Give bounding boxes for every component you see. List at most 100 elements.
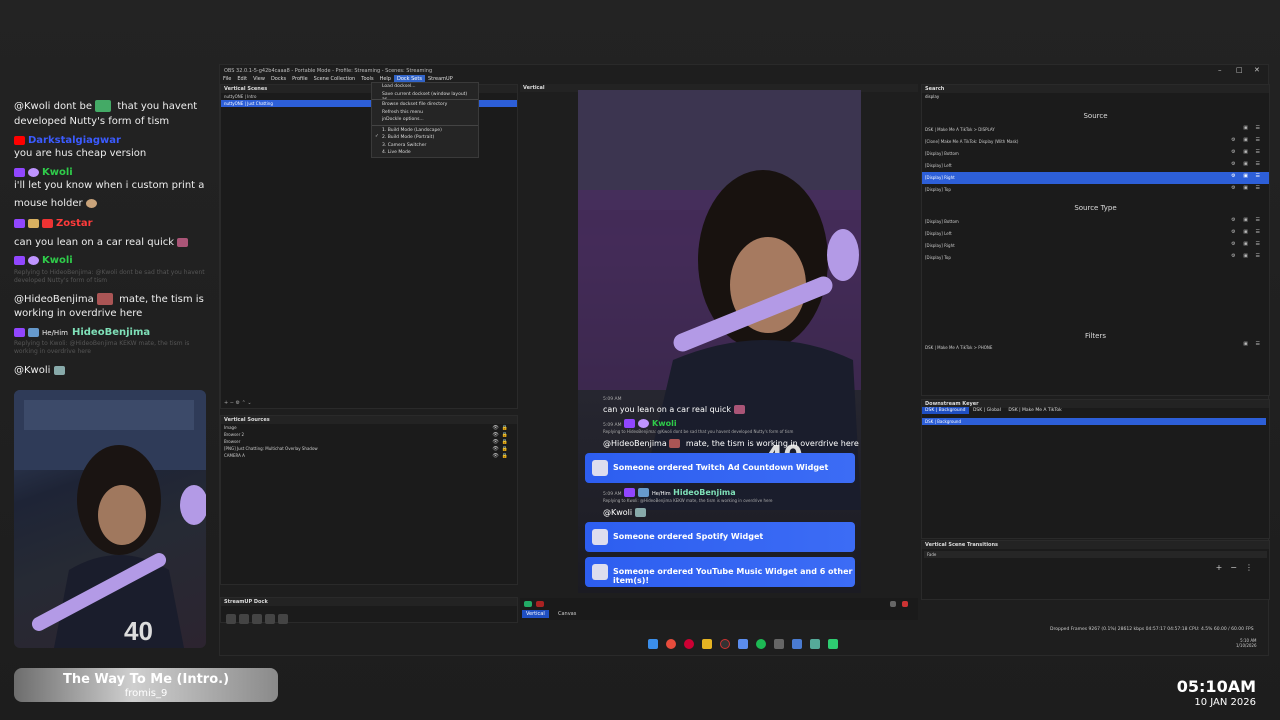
result-item[interactable]: [Display] Bottom ⚙ ▣ ☰ [922, 148, 1269, 160]
visibility-lock-icons[interactable]: 👁🔒 [492, 453, 511, 459]
order-text: Someone ordered Spotify Widget [613, 532, 764, 541]
preview-chat-header: 5:09 AM Kwoli [603, 419, 677, 428]
dsk-item[interactable]: DSK | Background [922, 418, 1266, 425]
source-item[interactable]: CAMERA A 👁🔒 [221, 452, 517, 459]
transitions-dock: Vertical Scene Transitions Fade +−⋮ [921, 540, 1270, 600]
downstream-keyer-dock: Downstream Keyer DSK | Background DSK | … [921, 399, 1270, 539]
tab-vertical[interactable]: Vertical [522, 610, 549, 618]
widget-icon [592, 460, 608, 476]
app-icon[interactable] [828, 639, 838, 649]
result-item[interactable]: [Display] Right ⚙ ▣ ☰ [922, 240, 1269, 252]
item-actions[interactable]: ▣ ☰ [1243, 125, 1263, 131]
source-item[interactable]: Image 👁🔒 [221, 424, 517, 431]
transition-controls[interactable]: +−⋮ [1216, 563, 1261, 572]
item-actions[interactable]: ⚙ ▣ ☰ [1231, 185, 1263, 191]
item-actions[interactable]: ⚙ ▣ ☰ [1231, 253, 1263, 259]
minimize-icon[interactable]: – [1218, 66, 1222, 74]
spotify-icon[interactable] [756, 639, 766, 649]
preview-chat-message: @Kwoli [603, 508, 649, 517]
item-actions[interactable]: ▣ ☰ [1243, 341, 1263, 347]
transition-select[interactable]: Fade [924, 551, 1267, 558]
menu-view[interactable]: View [250, 75, 268, 83]
song-artist: fromis_9 [124, 688, 168, 699]
item-actions[interactable]: ⚙ ▣ ☰ [1231, 173, 1263, 179]
system-clock: 5:10 AM 1/10/2026 [1236, 638, 1257, 648]
filter-item[interactable]: DSK | Make Me A TikTok > PHONE ▣ ☰ [922, 340, 1269, 352]
menu-item-options[interactable]: jnDockle options... [372, 116, 478, 124]
streamup-action-icon[interactable] [239, 613, 249, 624]
app-icon[interactable] [774, 639, 784, 649]
song-title: The Way To Me (Intro.) [62, 672, 230, 687]
result-item[interactable]: [Display] Top ⚙ ▣ ☰ [922, 184, 1269, 196]
chat-message: i'll let you know when i custom print a [14, 180, 205, 191]
folder-icon[interactable] [702, 639, 712, 649]
source-item[interactable]: [PNG] Just Chatting: Multichat Overlay S… [221, 445, 517, 452]
chrome-icon[interactable] [666, 639, 676, 649]
streamup-action-icon[interactable] [265, 613, 275, 624]
close-icon[interactable]: ✕ [1254, 66, 1260, 74]
result-label: [Display] Top [925, 187, 951, 192]
item-actions[interactable]: ⚙ ▣ ☰ [1231, 149, 1263, 155]
pronoun-icon [28, 327, 39, 337]
tab-dsk-background[interactable]: DSK | Background [922, 407, 969, 414]
menu-item-browse[interactable]: Browse dockset file directory [372, 101, 478, 109]
tab-dsk-global[interactable]: DSK | Global [970, 407, 1004, 414]
menu-item-load[interactable]: Load docksel... [372, 83, 478, 91]
search-dock: Search display Source DSK | Make Me A Ti… [921, 84, 1270, 396]
menu-profile[interactable]: Profile [289, 75, 311, 83]
maximize-icon[interactable]: □ [1236, 66, 1243, 74]
menu-file[interactable]: File [220, 75, 234, 83]
streamup-action-icon[interactable] [226, 613, 236, 624]
result-item[interactable]: [Clone] Make Me A TikTok: Display (With … [922, 136, 1269, 148]
item-actions[interactable]: ⚙ ▣ ☰ [1231, 137, 1263, 143]
result-item[interactable]: [Display] Left ⚙ ▣ ☰ [922, 228, 1269, 240]
menu-scene-collection[interactable]: Scene Collection [311, 75, 359, 83]
scene-toolbar[interactable]: + − ⚙ ⌃ ⌄ [224, 400, 252, 406]
source-label: Browser [224, 439, 241, 444]
camera-icon[interactable] [278, 613, 288, 624]
source-item[interactable]: Browser 👁🔒 [221, 438, 517, 445]
item-actions[interactable]: ⚙ ▣ ☰ [1231, 217, 1263, 223]
result-item[interactable]: [Display] Left ⚙ ▣ ☰ [922, 160, 1269, 172]
stream-icon[interactable] [536, 601, 544, 607]
result-item[interactable]: [Display] Bottom ⚙ ▣ ☰ [922, 216, 1269, 228]
browser-icon[interactable] [684, 639, 694, 649]
app-icon[interactable] [792, 639, 802, 649]
obs-icon[interactable] [720, 639, 730, 649]
source-item[interactable]: Browser 2 👁🔒 [221, 431, 517, 438]
item-actions[interactable]: ⚙ ▣ ☰ [1231, 229, 1263, 235]
now-playing-widget: The Way To Me (Intro.) fromis_9 [14, 668, 278, 702]
result-item[interactable]: [Display] Top ⚙ ▣ ☰ [922, 252, 1269, 264]
app-icon[interactable] [810, 639, 820, 649]
record-icon[interactable] [524, 601, 532, 607]
menu-edit[interactable]: Edit [234, 75, 250, 83]
live-icon[interactable] [902, 601, 908, 607]
status-bar: Dropped Frames 9267 (0.1%) 28612 kbps 04… [1050, 627, 1254, 632]
menu-item-save[interactable]: Save current dockset (window layout) as.… [372, 91, 478, 102]
preview-chat-header: 5:09 AM He/Him HideoBenjima [603, 488, 736, 497]
menu-item-camera-switcher[interactable]: 3. Camera Switcher [372, 142, 478, 150]
preview-reply: Replying to Kwoli: @HideoBenjima KEKW ma… [603, 498, 773, 503]
result-label: [Display] Bottom [925, 219, 959, 224]
chat-message: @Kwoli [14, 364, 68, 377]
app-icon[interactable] [738, 639, 748, 649]
menu-docks[interactable]: Docks [268, 75, 289, 83]
item-actions[interactable]: ⚙ ▣ ☰ [1231, 241, 1263, 247]
item-actions[interactable]: ⚙ ▣ ☰ [1231, 161, 1263, 167]
settings-icon[interactable] [890, 601, 896, 607]
menu-item-live-mode[interactable]: 4. Live Mode [372, 149, 478, 157]
result-item-selected[interactable]: [Display] Right ⚙ ▣ ☰ [922, 172, 1269, 184]
dock-sets-menu: Load docksel... Save current dockset (wi… [371, 82, 479, 158]
result-item[interactable]: DSK | Make Me A TikTok > DISPLAY ▣ ☰ [922, 124, 1269, 136]
search-input[interactable]: display [922, 93, 1269, 100]
tab-dsk-tiktok[interactable]: DSK | Make Me A TikTok [1005, 407, 1064, 414]
streamup-action-icon[interactable] [252, 613, 262, 624]
menu-item-build-portrait[interactable]: ✓ 2. Build Mode (Portrait) [372, 134, 478, 142]
menu-item-refresh[interactable]: Refresh this menu [372, 109, 478, 117]
chat-message: can you lean on a car real quick [14, 236, 191, 249]
tab-canvas[interactable]: Canvas [554, 610, 580, 618]
source-results: DSK | Make Me A TikTok > DISPLAY ▣ ☰ [Clo… [922, 124, 1269, 196]
start-icon[interactable] [648, 639, 658, 649]
menu-item-build-landscape[interactable]: 1. Build Mode (Landscape) [372, 127, 478, 135]
emote-icon [96, 293, 113, 305]
